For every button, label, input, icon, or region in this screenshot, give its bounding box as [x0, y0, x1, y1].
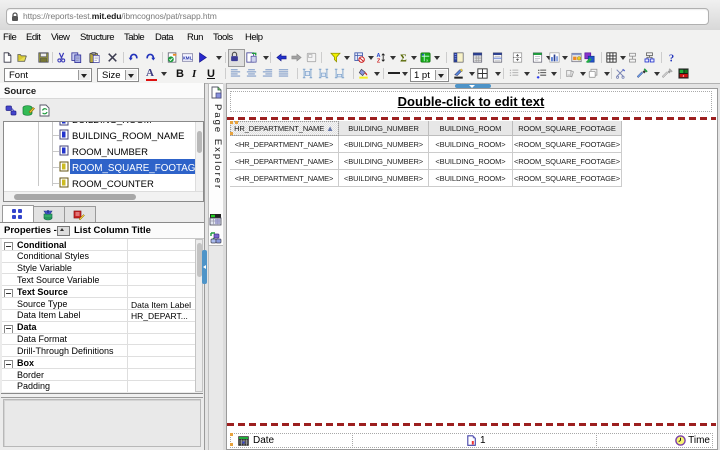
svg-text:x: x	[426, 58, 428, 62]
svg-text:Σ: Σ	[400, 53, 407, 63]
svg-text:XML: XML	[183, 55, 193, 61]
svg-text:Z: Z	[377, 58, 381, 62]
svg-text:?: ?	[669, 53, 674, 62]
